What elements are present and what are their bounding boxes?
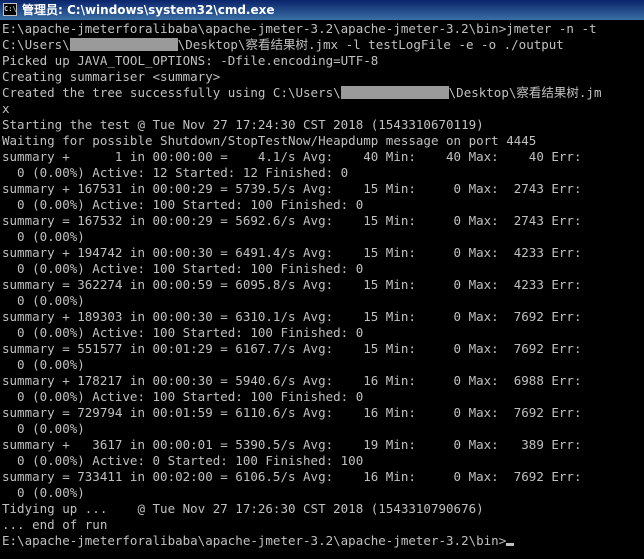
title-bar[interactable]: C:\ 管理员: C:\windows\system32\cmd.exe xyxy=(0,0,644,20)
console-line: Picked up JAVA_TOOL_OPTIONS: -Dfile.enco… xyxy=(2,53,644,69)
console-text: 0 (0.00%) Active: 100 Started: 100 Finis… xyxy=(2,325,364,340)
console-line: Waiting for possible Shutdown/StopTestNo… xyxy=(2,133,644,149)
console-line: 0 (0.00%) xyxy=(2,229,644,245)
console-text: \Desktop\察看结果树.jmx -l testLogFile -e -o … xyxy=(177,37,564,52)
console-line: summary = 551577 in 00:01:29 = 6167.7/s … xyxy=(2,341,644,357)
console-line: 0 (0.00%) xyxy=(2,293,644,309)
console-text: 0 (0.00%) xyxy=(2,293,85,308)
console-line: summary = 362274 in 00:00:59 = 6095.8/s … xyxy=(2,277,644,293)
console-text: summary + 189303 in 00:00:30 = 6310.1/s … xyxy=(2,309,582,324)
console-text: x xyxy=(2,101,10,116)
console-text: summary = 167532 in 00:00:29 = 5692.6/s … xyxy=(2,213,582,228)
console-line: summary + 189303 in 00:00:30 = 6310.1/s … xyxy=(2,309,644,325)
console-text: summary + 3617 in 00:00:01 = 5390.5/s Av… xyxy=(2,437,582,452)
console-line: Creating summariser <summary> xyxy=(2,69,644,85)
console-line: 0 (0.00%) Active: 100 Started: 100 Finis… xyxy=(2,261,644,277)
console-text: summary + 167531 in 00:00:29 = 5739.5/s … xyxy=(2,181,582,196)
console-line: Created the tree successfully using C:\U… xyxy=(2,85,644,101)
console-line: 0 (0.00%) Active: 100 Started: 100 Finis… xyxy=(2,389,644,405)
console-line: summary = 729794 in 00:01:59 = 6110.6/s … xyxy=(2,405,644,421)
console-text: \Desktop\察看结果树.jm xyxy=(448,85,602,100)
console-line: 0 (0.00%) Active: 100 Started: 100 Finis… xyxy=(2,325,644,341)
console-text: Creating summariser <summary> xyxy=(2,69,221,84)
console-line: x xyxy=(2,101,644,117)
console-text: ... end of run xyxy=(2,517,108,532)
console-output[interactable]: E:\apache-jmeterforalibaba\apache-jmeter… xyxy=(0,20,644,559)
console-text: E:\apache-jmeterforalibaba\apache-jmeter… xyxy=(2,533,507,548)
console-line: summary + 3617 in 00:00:01 = 5390.5/s Av… xyxy=(2,437,644,453)
console-text: summary + 1 in 00:00:00 = 4.1/s Avg: 40 … xyxy=(2,149,582,164)
console-text: 0 (0.00%) xyxy=(2,485,85,500)
scrollbar[interactable] xyxy=(640,20,644,559)
console-line: Starting the test @ Tue Nov 27 17:24:30 … xyxy=(2,117,644,133)
console-line: 0 (0.00%) Active: 0 Started: 100 Finishe… xyxy=(2,453,644,469)
console-line: summary + 167531 in 00:00:29 = 5739.5/s … xyxy=(2,181,644,197)
console-line: E:\apache-jmeterforalibaba\apache-jmeter… xyxy=(2,21,644,37)
console-line: Tidying up ... @ Tue Nov 27 17:26:30 CST… xyxy=(2,501,644,517)
console-text: 0 (0.00%) Active: 100 Started: 100 Finis… xyxy=(2,261,364,276)
console-text: summary = 729794 in 00:01:59 = 6110.6/s … xyxy=(2,405,582,420)
console-text: E:\apache-jmeterforalibaba\apache-jmeter… xyxy=(2,21,597,36)
console-line: summary = 733411 in 00:02:00 = 6106.5/s … xyxy=(2,469,644,485)
console-line: summary + 1 in 00:00:00 = 4.1/s Avg: 40 … xyxy=(2,149,644,165)
console-text: 0 (0.00%) Active: 100 Started: 100 Finis… xyxy=(2,197,364,212)
console-line: 0 (0.00%) xyxy=(2,357,644,373)
console-line: 0 (0.00%) xyxy=(2,485,644,501)
console-text: 0 (0.00%) Active: 100 Started: 100 Finis… xyxy=(2,389,364,404)
console-text: summary = 551577 in 00:01:29 = 6167.7/s … xyxy=(2,341,582,356)
console-line: summary + 194742 in 00:00:30 = 6491.4/s … xyxy=(2,245,644,261)
console-line: ... end of run xyxy=(2,517,644,533)
console-text: Tidying up ... @ Tue Nov 27 17:26:30 CST… xyxy=(2,501,484,516)
console-line: 0 (0.00%) Active: 100 Started: 100 Finis… xyxy=(2,197,644,213)
console-text: 0 (0.00%) xyxy=(2,421,85,436)
console-line: E:\apache-jmeterforalibaba\apache-jmeter… xyxy=(2,533,644,549)
console-text: 0 (0.00%) xyxy=(2,229,85,244)
console-line: summary + 178217 in 00:00:30 = 5940.6/s … xyxy=(2,373,644,389)
console-line: C:\Users\ \Desktop\察看结果树.jmx -l testLogFi… xyxy=(2,37,644,53)
console-text: C:\Users\ xyxy=(2,37,70,52)
console-text: summary + 178217 in 00:00:30 = 5940.6/s … xyxy=(2,373,582,388)
console-text: 0 (0.00%) Active: 0 Started: 100 Finishe… xyxy=(2,453,364,468)
console-line: 0 (0.00%) xyxy=(2,421,644,437)
redacted-username xyxy=(69,38,178,51)
console-text: Created the tree successfully using C:\U… xyxy=(2,85,341,100)
console-text: summary + 194742 in 00:00:30 = 6491.4/s … xyxy=(2,245,582,260)
console-text: summary = 362274 in 00:00:59 = 6095.8/s … xyxy=(2,277,582,292)
console-line: summary = 167532 in 00:00:29 = 5692.6/s … xyxy=(2,213,644,229)
text-cursor xyxy=(506,543,515,546)
console-text: Waiting for possible Shutdown/StopTestNo… xyxy=(2,133,537,148)
redacted-username xyxy=(340,86,449,99)
console-text: summary = 733411 in 00:02:00 = 6106.5/s … xyxy=(2,469,582,484)
window-title: 管理员: C:\windows\system32\cmd.exe xyxy=(22,3,275,17)
console-text: 0 (0.00%) xyxy=(2,357,85,372)
cmd-icon[interactable]: C:\ xyxy=(3,3,17,16)
console-text: Picked up JAVA_TOOL_OPTIONS: -Dfile.enco… xyxy=(2,53,379,68)
console-text: Starting the test @ Tue Nov 27 17:24:30 … xyxy=(2,117,484,132)
console-text: 0 (0.00%) Active: 12 Started: 12 Finishe… xyxy=(2,165,349,180)
console-line: 0 (0.00%) Active: 12 Started: 12 Finishe… xyxy=(2,165,644,181)
cmd-window: C:\ 管理员: C:\windows\system32\cmd.exe E:\… xyxy=(0,0,644,559)
